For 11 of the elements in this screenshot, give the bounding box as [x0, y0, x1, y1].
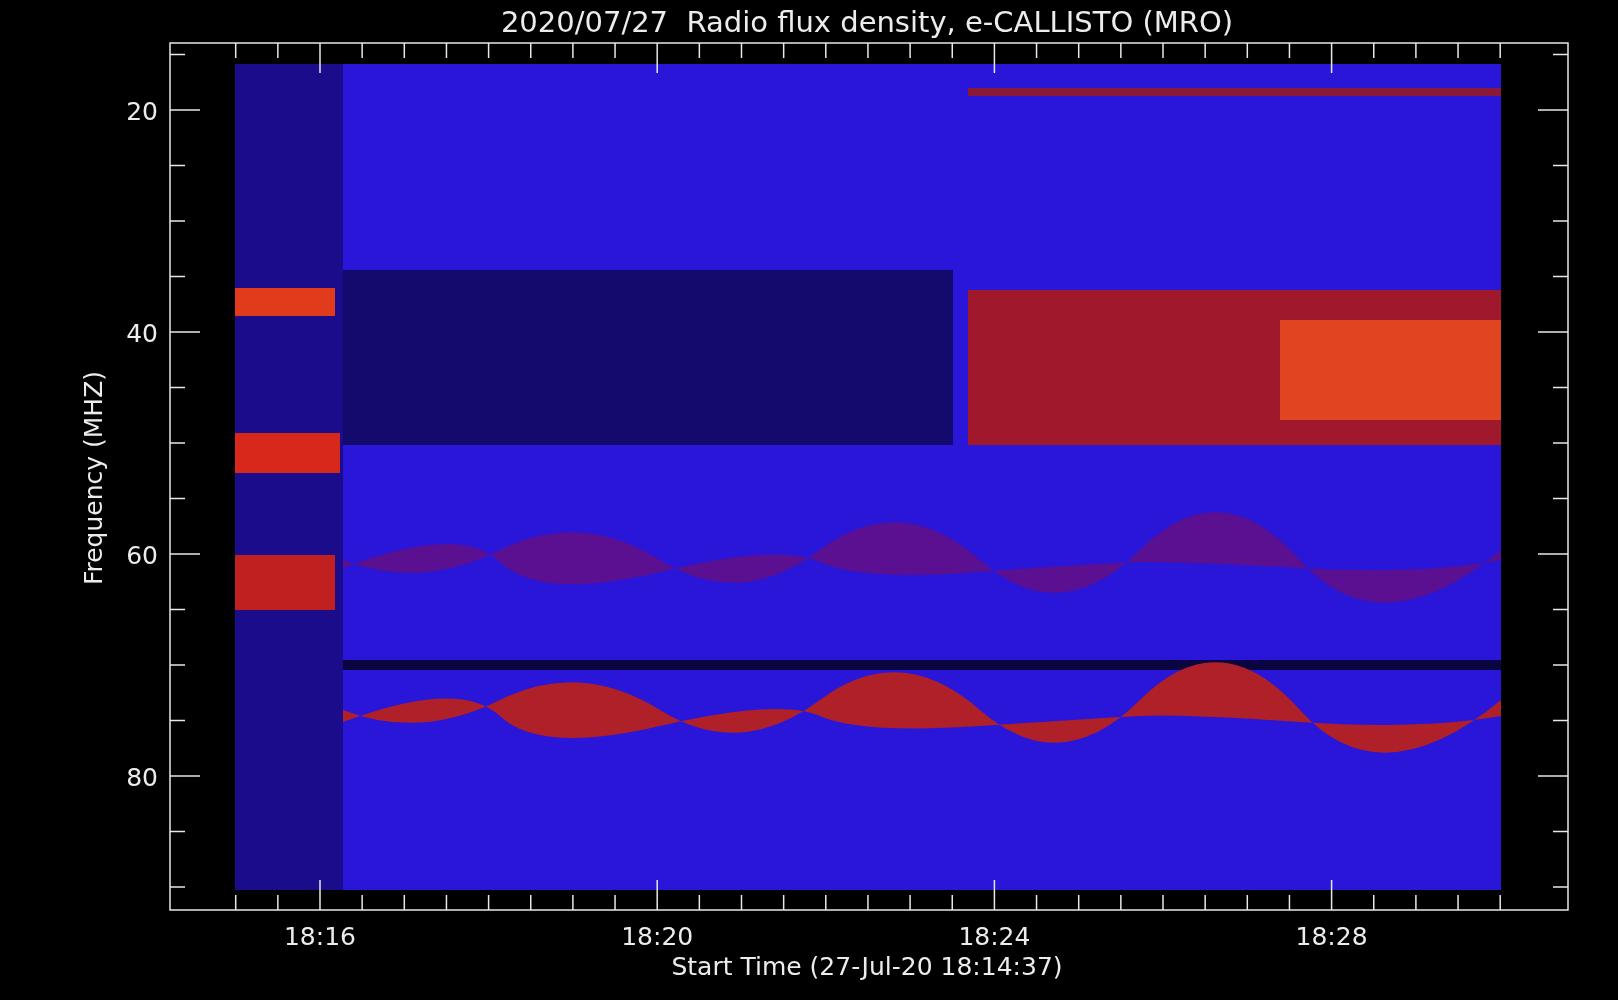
x-axis-title: Start Time (27-Jul-20 18:14:37): [671, 952, 1063, 981]
axis-tick-label: 18:20: [621, 922, 694, 951]
chart-title: 2020/07/27 Radio flux density, e-CALLISTO (MRO): [500, 5, 1234, 39]
axis-tick-label: 20: [126, 97, 158, 126]
y-axis-title: Frequency (MHZ): [79, 370, 108, 586]
axis-tick-label: 18:16: [284, 922, 356, 951]
axis-tick-label: 18:28: [1295, 922, 1368, 951]
axis-tick-label: 40: [126, 319, 158, 348]
axis-tick-label: 18:24: [958, 922, 1031, 951]
axis-tick-label: 60: [126, 541, 158, 570]
axis-tick-label: 80: [126, 763, 158, 792]
